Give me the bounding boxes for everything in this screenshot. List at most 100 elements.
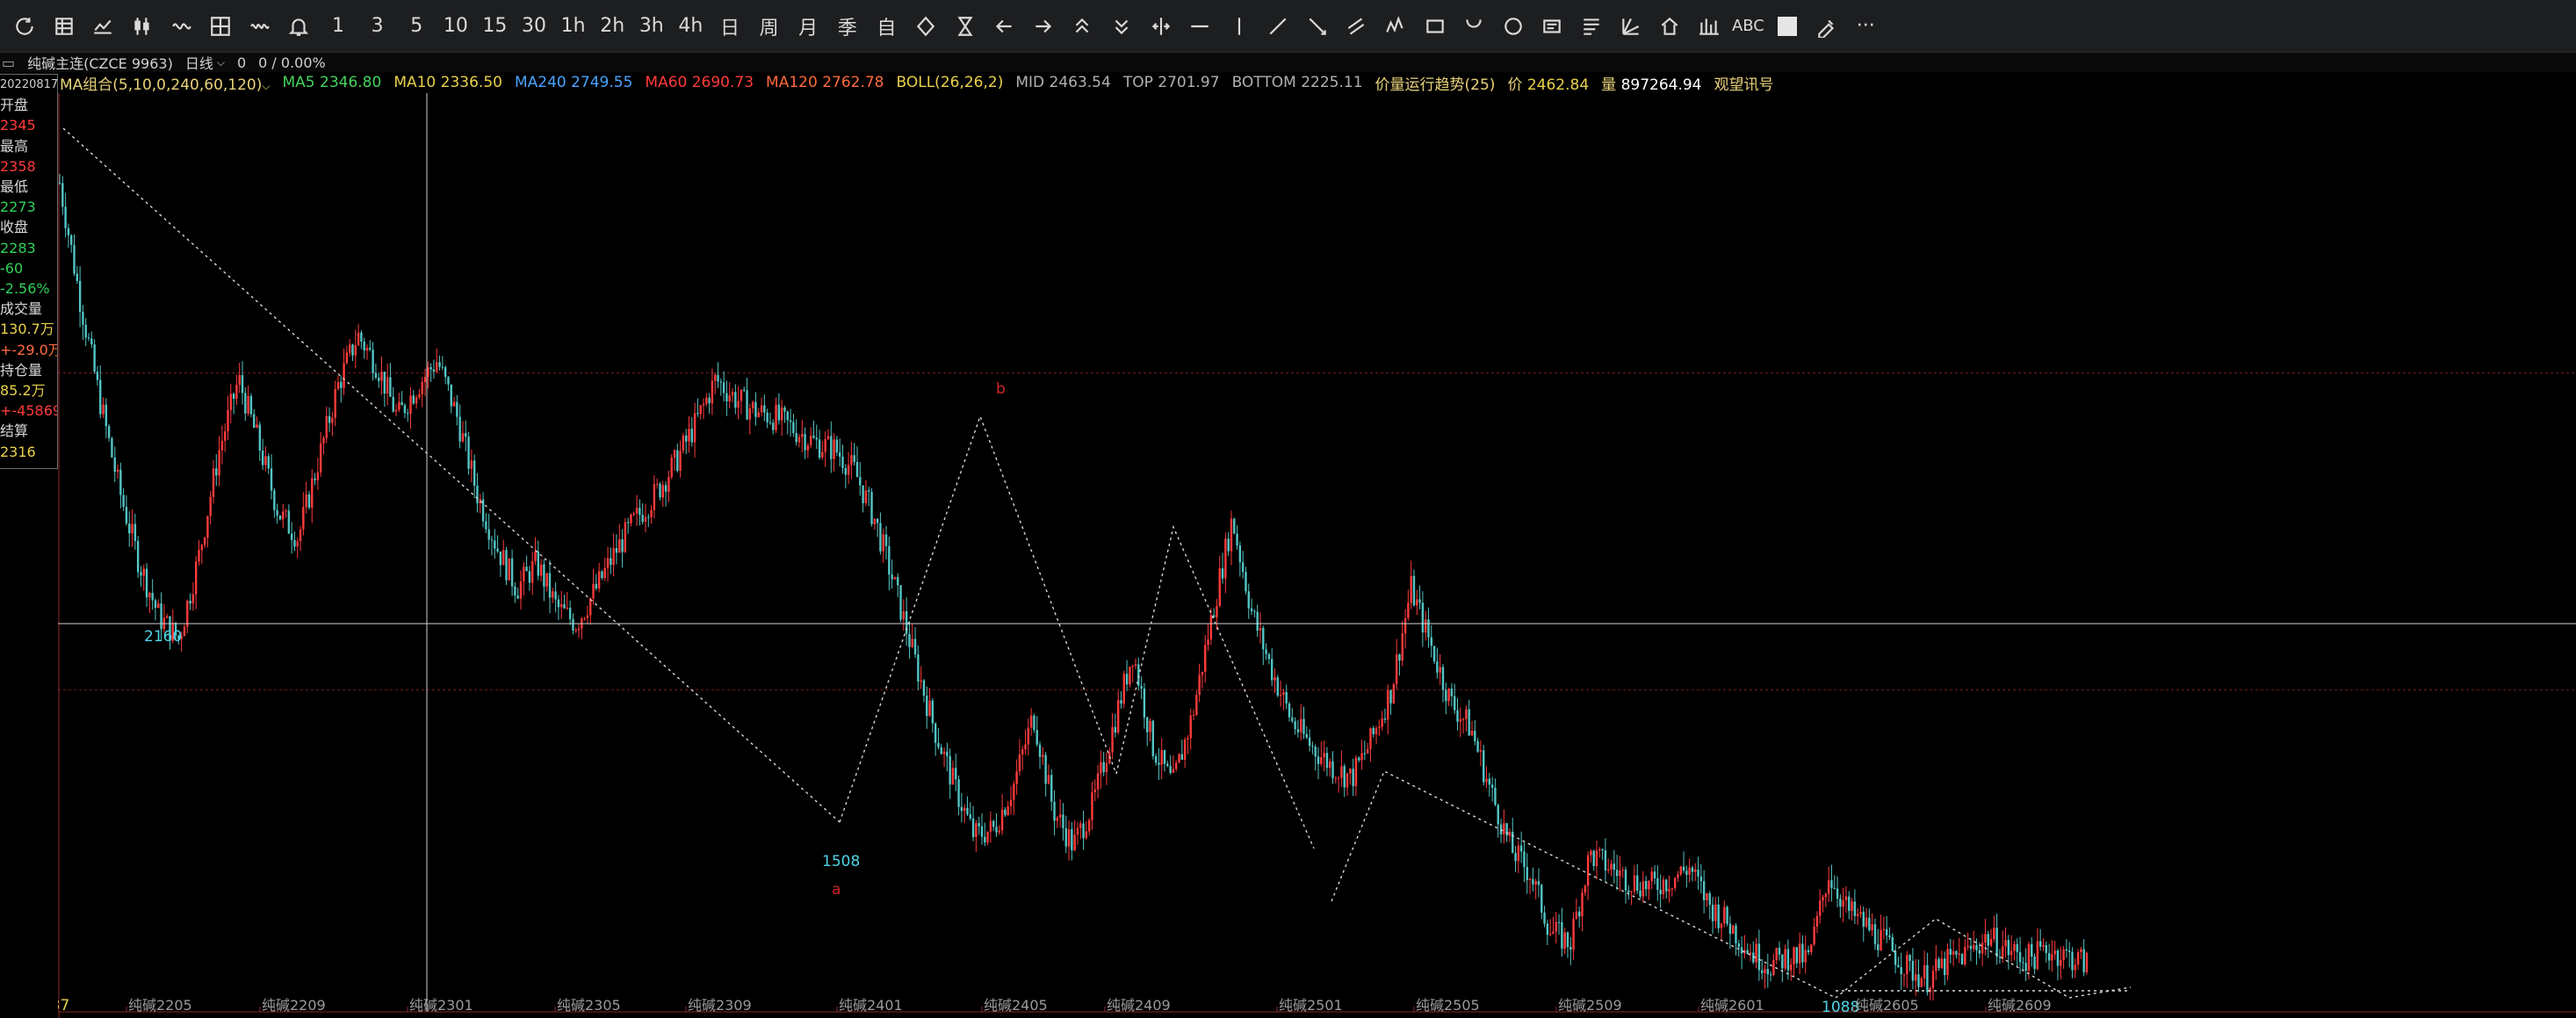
wave-icon[interactable] xyxy=(241,2,280,51)
arc-icon[interactable] xyxy=(1454,2,1494,51)
candle-body xyxy=(1337,777,1340,779)
table-icon[interactable] xyxy=(45,2,84,51)
candlestick-chart[interactable]: 20002160150810881137ab纯碱2205纯碱2209纯碱2301… xyxy=(58,93,2576,1018)
period-button[interactable]: 15 xyxy=(475,2,515,51)
period-button[interactable]: 5 xyxy=(397,2,437,51)
candle-body xyxy=(1015,771,1018,784)
wave-line-icon[interactable] xyxy=(1376,2,1416,51)
candle-body xyxy=(278,515,282,520)
bar-pattern-icon[interactable] xyxy=(1690,2,1729,51)
candle-body xyxy=(191,594,195,604)
rect-icon[interactable] xyxy=(1415,2,1454,51)
ma-group-selector[interactable]: MA组合(5,10,0,240,60,120) ⌵ xyxy=(60,72,270,94)
candle-body xyxy=(220,440,224,451)
house-icon[interactable] xyxy=(1650,2,1690,51)
fib-icon[interactable] xyxy=(1572,2,1612,51)
period-button[interactable]: 30 xyxy=(515,2,554,51)
period-button[interactable]: 1 xyxy=(319,2,358,51)
candle-body xyxy=(2085,952,2089,973)
candle-body xyxy=(1410,575,1412,603)
line-chart-icon[interactable] xyxy=(83,2,123,51)
period-selector[interactable]: 日线 ⌵ xyxy=(185,52,225,73)
candle-body xyxy=(1233,518,1236,534)
candle-body xyxy=(1421,603,1425,633)
candle-body xyxy=(360,332,363,342)
arrow-right-icon[interactable] xyxy=(1023,2,1063,51)
candle-body xyxy=(165,616,169,618)
hline-icon[interactable] xyxy=(1180,2,1220,51)
latest-price-label: 1137 xyxy=(58,997,69,1014)
split-icon[interactable] xyxy=(1141,2,1180,51)
bar-info-panel: 20220817 开盘 2345 最高 2358 最低 2273 收盘 2283… xyxy=(0,74,58,469)
text-tool-button[interactable]: ABC xyxy=(1728,2,1768,51)
candle-body xyxy=(1021,749,1024,754)
candle-body xyxy=(287,510,291,534)
gann-icon[interactable] xyxy=(1611,2,1650,51)
candle-body xyxy=(1610,863,1613,870)
x-axis-label: 纯碱2205 xyxy=(128,997,192,1014)
candle-body xyxy=(1842,900,1844,907)
volume-change: +-29.0万 xyxy=(0,341,58,358)
candle-body xyxy=(1178,754,1180,763)
period-button[interactable]: 季 xyxy=(827,2,867,51)
candle-body xyxy=(444,367,447,378)
candle-body xyxy=(806,444,810,451)
price-label-icon[interactable] xyxy=(1533,2,1572,51)
period-button[interactable]: 周 xyxy=(749,2,789,51)
period-button[interactable]: 3 xyxy=(357,2,397,51)
candle-body xyxy=(111,437,113,458)
arrow-left-icon[interactable] xyxy=(985,2,1024,51)
segment-icon[interactable] xyxy=(1259,2,1298,51)
period-button[interactable]: 自 xyxy=(867,2,906,51)
period-button[interactable]: 4h xyxy=(671,2,711,51)
candle-body xyxy=(1158,762,1160,765)
candle-body xyxy=(690,429,694,443)
candle-body xyxy=(601,571,603,578)
candle-body xyxy=(1076,827,1079,835)
ray-icon[interactable] xyxy=(1298,2,1338,51)
trend-indicator-label[interactable]: 价量运行趋势(25) xyxy=(1375,72,1496,94)
chart-canvas[interactable]: 20002160150810881137ab纯碱2205纯碱2209纯碱2301… xyxy=(58,93,2576,1018)
candle-body xyxy=(261,450,264,466)
symbol-name[interactable]: 纯碱主连(CZCE 9963) xyxy=(27,52,173,73)
candle-body xyxy=(1868,917,1871,931)
candle-body xyxy=(1445,689,1447,702)
circle-icon[interactable] xyxy=(1494,2,1533,51)
symbol-menu-icon[interactable]: ▭ xyxy=(2,54,15,71)
candle-body xyxy=(1320,757,1323,764)
candle-body xyxy=(679,451,682,472)
candle-body xyxy=(412,395,415,404)
vline-icon[interactable] xyxy=(1219,2,1259,51)
period-button[interactable]: 3h xyxy=(632,2,672,51)
diamond-icon[interactable] xyxy=(906,2,946,51)
candle-body xyxy=(1007,805,1009,815)
candle-body xyxy=(2022,962,2024,964)
bell-icon[interactable] xyxy=(279,2,319,51)
indicator-icon[interactable] xyxy=(162,2,201,51)
candle-body xyxy=(1253,610,1256,612)
period-button[interactable]: 10 xyxy=(437,2,476,51)
period-button[interactable]: 1h xyxy=(553,2,593,51)
hourglass-icon[interactable] xyxy=(945,2,985,51)
candle-body xyxy=(2045,945,2047,954)
period-button[interactable]: 2h xyxy=(593,2,632,51)
candle-body xyxy=(87,337,90,339)
refresh-icon[interactable] xyxy=(5,2,45,51)
candle-body xyxy=(1432,646,1436,662)
period-button[interactable]: 月 xyxy=(789,2,828,51)
boll-label[interactable]: BOLL(26,26,2) xyxy=(897,74,1004,91)
double-down-icon[interactable] xyxy=(1102,2,1142,51)
double-up-icon[interactable] xyxy=(1063,2,1102,51)
candle-body xyxy=(1584,885,1586,893)
white-box-icon[interactable] xyxy=(1768,2,1808,51)
period-button[interactable]: 日 xyxy=(711,2,750,51)
chart-settings-icon[interactable] xyxy=(201,2,241,51)
candle-body xyxy=(1314,747,1317,757)
candle-body xyxy=(1590,850,1592,856)
candle-body xyxy=(485,521,487,530)
brush-icon[interactable] xyxy=(1807,2,1846,51)
candlestick-icon[interactable] xyxy=(123,2,162,51)
more-button[interactable]: ··· xyxy=(1846,2,1886,51)
channel-icon[interactable] xyxy=(1337,2,1376,51)
candle-body xyxy=(560,603,563,608)
